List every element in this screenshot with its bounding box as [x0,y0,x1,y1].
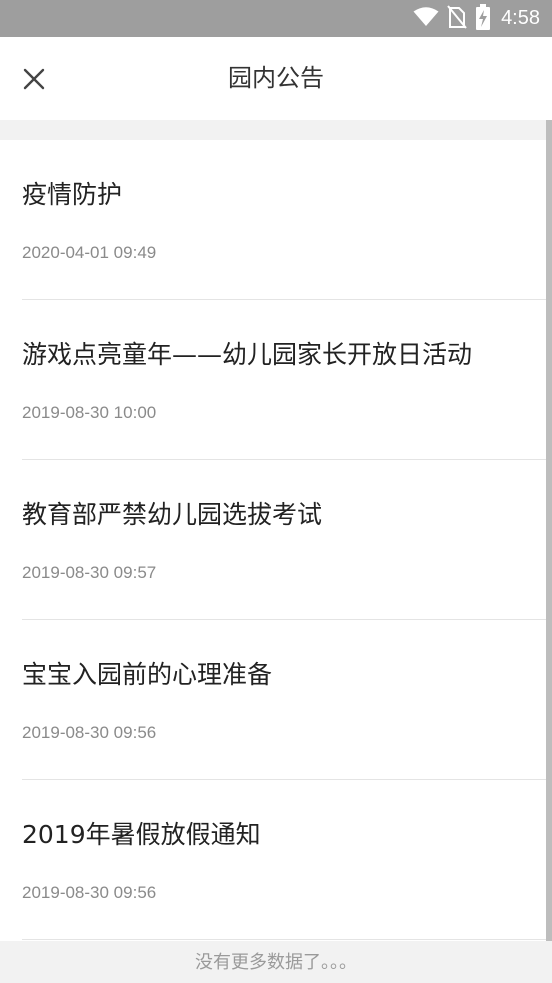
announcement-list: 疫情防护 2020-04-01 09:49 游戏点亮童年——幼儿园家长开放日活动… [0,140,552,941]
announcement-title: 游戏点亮童年——幼儿园家长开放日活动 [22,340,473,369]
announcement-date: 2019-08-30 09:56 [22,723,157,742]
scrollbar[interactable] [546,120,552,962]
divider [22,939,552,940]
announcement-date: 2019-08-30 10:00 [22,403,157,422]
battery-charging-icon [475,3,491,34]
status-time: 4:58 [501,7,540,29]
announcement-title: 疫情防护 [22,180,123,209]
load-more-footer: 没有更多数据了。。。 [0,941,552,983]
list-item[interactable]: 疫情防护 2020-04-01 09:49 [0,140,552,300]
page-title: 园内公告 [228,64,324,92]
list-item[interactable]: 教育部严禁幼儿园选拔考试 2019-08-30 09:57 [0,460,552,620]
list-item[interactable]: 游戏点亮童年——幼儿园家长开放日活动 2019-08-30 10:00 [0,300,552,460]
no-sim-icon [447,4,467,33]
announcement-title: 宝宝入园前的心理准备 [22,660,273,689]
app-bar: 园内公告 [0,37,552,120]
list-item[interactable]: 宝宝入园前的心理准备 2019-08-30 09:56 [0,620,552,780]
announcement-date: 2019-08-30 09:57 [22,563,157,582]
announcement-title: 2019年暑假放假通知 [22,820,261,849]
close-button[interactable] [14,59,54,99]
announcement-title: 教育部严禁幼儿园选拔考试 [22,500,323,529]
list-item[interactable]: 2019年暑假放假通知 2019-08-30 09:56 [0,780,552,940]
close-icon [23,68,45,90]
announcement-date: 2019-08-30 09:56 [22,883,157,902]
announcement-date: 2020-04-01 09:49 [22,243,157,262]
status-bar: 4:58 [0,0,552,37]
wifi-icon [413,6,439,31]
status-icons: 4:58 [413,0,540,37]
